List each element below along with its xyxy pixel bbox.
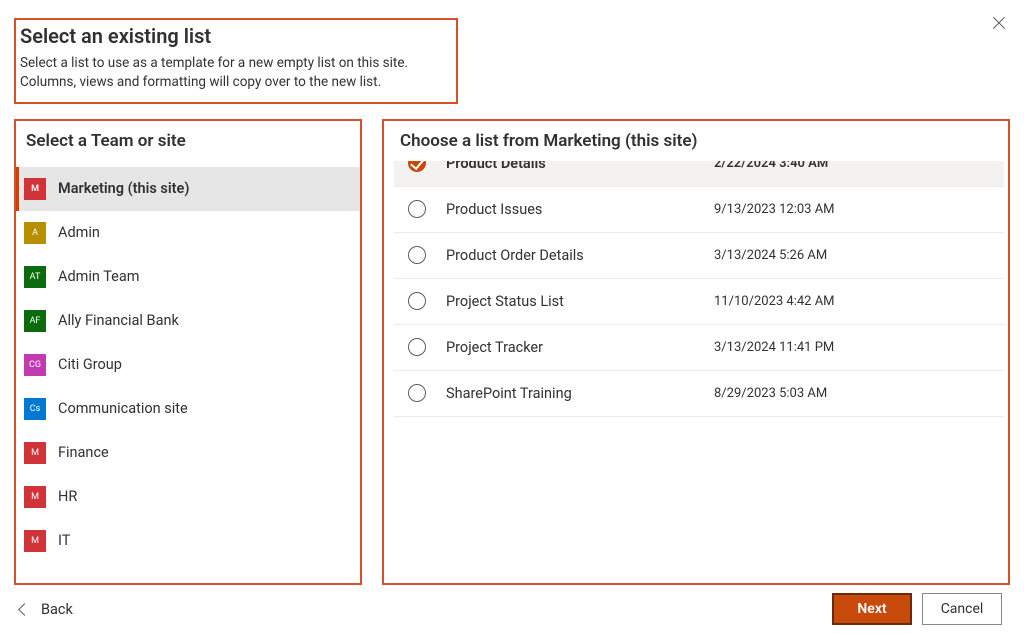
site-icon: Cs <box>24 398 46 420</box>
list-date: 11/10/2023 4:42 AM <box>714 294 835 309</box>
site-icon: A <box>24 222 46 244</box>
site-label: Communication site <box>58 400 188 417</box>
site-label: Ally Financial Bank <box>58 312 179 329</box>
dialog-title: Select an existing list <box>20 24 450 48</box>
site-icon: AF <box>24 310 46 332</box>
site-label: Admin <box>58 224 100 241</box>
radio-checked-icon[interactable] <box>408 161 426 173</box>
site-icon: AT <box>24 266 46 288</box>
site-item[interactable]: M Finance <box>16 431 360 475</box>
list-name: Product Details <box>446 161 714 172</box>
site-picker-panel: Select a Team or site M Marketing (this s… <box>14 119 362 585</box>
radio-icon[interactable] <box>408 246 426 264</box>
dialog-desc-line2: Columns, views and formatting will copy … <box>20 74 381 90</box>
site-label: Marketing (this site) <box>58 180 189 197</box>
dialog-description: Select a list to use as a template for a… <box>20 54 450 92</box>
dialog-desc-line1: Select a list to use as a template for a… <box>20 55 408 71</box>
site-picker-title: Select a Team or site <box>16 127 360 161</box>
site-item[interactable]: M IT <box>16 519 360 563</box>
cancel-button[interactable]: Cancel <box>922 593 1002 625</box>
list-date: 8/29/2023 5:03 AM <box>714 386 827 401</box>
list-date: 3/13/2024 5:26 AM <box>714 248 827 263</box>
list-date: 9/13/2023 12:03 AM <box>714 202 835 217</box>
chevron-left-icon <box>18 603 31 616</box>
list-row[interactable]: Project Status List11/10/2023 4:42 AM <box>394 279 1004 325</box>
site-label: Citi Group <box>58 356 122 373</box>
site-icon: M <box>24 442 46 464</box>
site-item[interactable]: A Admin <box>16 211 360 255</box>
list-row[interactable]: Product Issues9/13/2023 12:03 AM <box>394 187 1004 233</box>
site-icon: M <box>24 486 46 508</box>
site-item[interactable]: CG Citi Group <box>16 343 360 387</box>
next-button[interactable]: Next <box>832 593 912 625</box>
site-item[interactable]: Cs Communication site <box>16 387 360 431</box>
back-button[interactable]: Back <box>20 601 73 618</box>
dialog-header: Select an existing list Select a list to… <box>14 18 458 104</box>
back-label: Back <box>41 601 73 618</box>
radio-icon[interactable] <box>408 384 426 402</box>
site-label: Finance <box>58 444 109 461</box>
list-row[interactable]: SharePoint Training8/29/2023 5:03 AM <box>394 371 1004 417</box>
site-icon: M <box>24 178 46 200</box>
site-label: Admin Team <box>58 268 139 285</box>
list-name: Project Status List <box>446 293 714 310</box>
site-label: HR <box>58 488 77 505</box>
list-picker-panel: Choose a list from Marketing (this site)… <box>382 119 1010 585</box>
dialog-footer: Back Next Cancel <box>14 585 1010 634</box>
list-scroll-area[interactable]: OTT Platform1/20/2024 1:43 AMPatient Tra… <box>394 161 1004 577</box>
radio-icon[interactable] <box>408 292 426 310</box>
list-name: Product Order Details <box>446 247 714 264</box>
radio-icon[interactable] <box>408 200 426 218</box>
site-icon: M <box>24 530 46 552</box>
site-item[interactable]: M HR <box>16 475 360 519</box>
site-item[interactable]: M Marketing (this site) <box>16 167 360 211</box>
list-name: Product Issues <box>446 201 714 218</box>
list-name: Project Tracker <box>446 339 714 356</box>
site-list: M Marketing (this site) A Admin AT Admin Team… <box>16 161 360 563</box>
list-row[interactable]: Product Details2/22/2024 3:40 AM <box>394 161 1004 187</box>
radio-icon[interactable] <box>408 338 426 356</box>
site-label: IT <box>58 532 70 549</box>
list-picker-title: Choose a list from Marketing (this site) <box>394 127 1004 161</box>
site-icon: CG <box>24 354 46 376</box>
list-row[interactable]: Project Tracker3/13/2024 11:41 PM <box>394 325 1004 371</box>
close-icon[interactable] <box>990 14 1008 32</box>
site-item[interactable]: AT Admin Team <box>16 255 360 299</box>
site-item[interactable]: AF Ally Financial Bank <box>16 299 360 343</box>
list-date: 3/13/2024 11:41 PM <box>714 340 834 355</box>
list-row[interactable]: Product Order Details3/13/2024 5:26 AM <box>394 233 1004 279</box>
list-date: 2/22/2024 3:40 AM <box>714 161 828 171</box>
list-name: SharePoint Training <box>446 385 714 402</box>
